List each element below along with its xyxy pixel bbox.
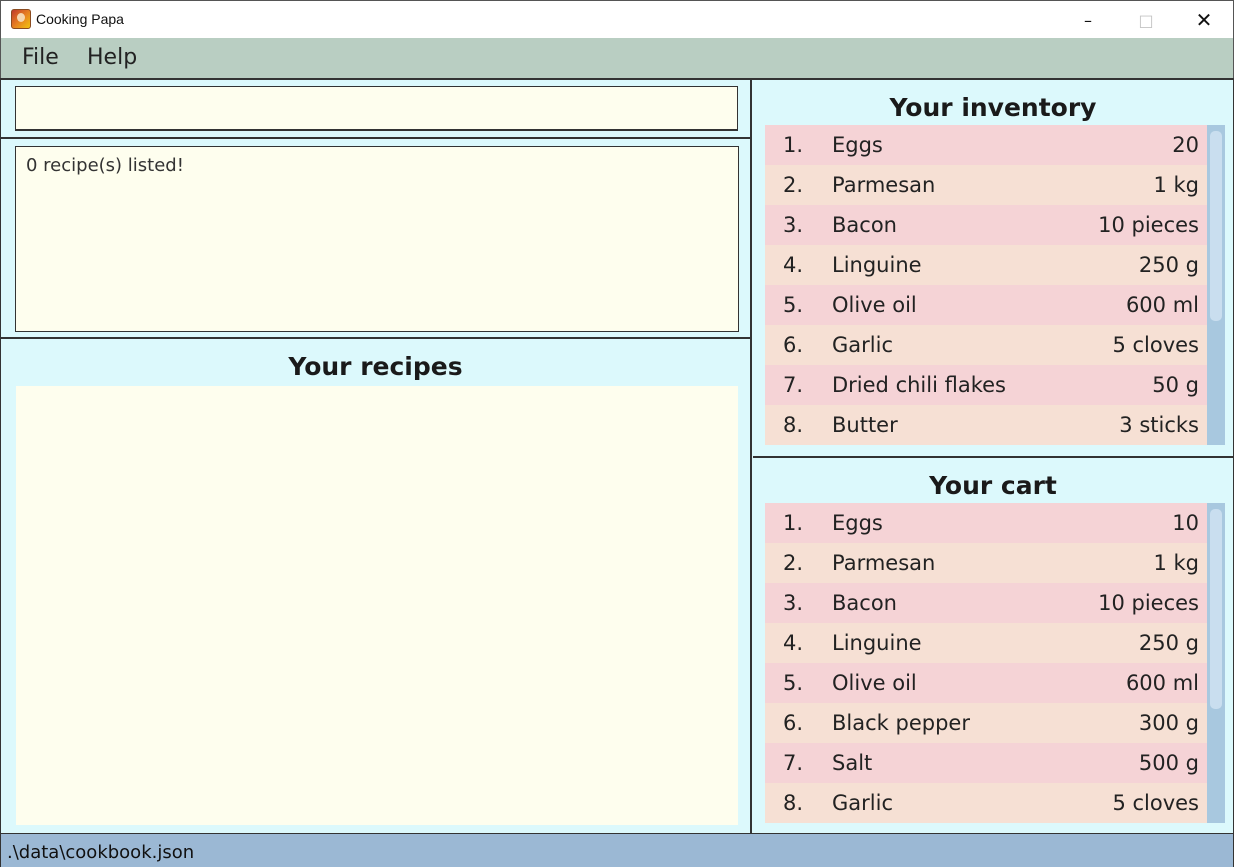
item-quantity: 3 sticks <box>1119 413 1199 437</box>
item-name: Linguine <box>832 631 922 655</box>
item-name: Parmesan <box>832 551 936 575</box>
list-item[interactable]: 5. Olive oil 600 ml <box>765 285 1207 325</box>
item-index: 1. <box>783 133 804 157</box>
item-index: 4. <box>783 253 804 277</box>
item-index: 6. <box>783 711 804 735</box>
item-index: 7. <box>783 373 804 397</box>
list-item[interactable]: 7. Salt 500 g <box>765 743 1207 783</box>
scrollbar-thumb[interactable] <box>1210 509 1222 709</box>
item-name: Bacon <box>832 213 897 237</box>
result-pane: 0 recipe(s) listed! <box>1 139 750 339</box>
item-name: Garlic <box>832 791 893 815</box>
item-name: Olive oil <box>832 671 917 695</box>
item-index: 5. <box>783 671 804 695</box>
inventory-pane: Your inventory 1. Eggs 20 2. Parmesan 1 kg 3… <box>753 80 1233 458</box>
list-item[interactable]: 2. Parmesan 1 kg <box>765 543 1207 583</box>
item-quantity: 600 ml <box>1125 671 1199 695</box>
item-quantity: 10 pieces <box>1098 213 1199 237</box>
title-bar[interactable]: Cooking Papa – □ ✕ <box>0 0 1234 38</box>
item-index: 7. <box>783 751 804 775</box>
cart-pane: Your cart 1. Eggs 10 2. Parmesan 1 kg 3. Baco… <box>753 458 1233 833</box>
cart-title: Your cart <box>929 471 1057 500</box>
item-name: Salt <box>832 751 873 775</box>
list-item[interactable]: 2. Parmesan 1 kg <box>765 165 1207 205</box>
command-pane <box>1 80 750 139</box>
item-quantity: 10 <box>1172 511 1199 535</box>
item-quantity: 300 g <box>1138 711 1199 735</box>
recipes-pane: Your recipes <box>1 339 750 833</box>
app-logo-icon <box>11 9 31 29</box>
item-name: Olive oil <box>832 293 917 317</box>
list-item[interactable]: 8. Butter 3 sticks <box>765 405 1207 445</box>
result-display[interactable]: 0 recipe(s) listed! <box>15 146 739 332</box>
item-name: Garlic <box>832 333 893 357</box>
list-item[interactable]: 1. Eggs 20 <box>765 125 1207 165</box>
item-quantity: 500 g <box>1138 751 1199 775</box>
item-name: Linguine <box>832 253 922 277</box>
list-item[interactable]: 6. Garlic 5 cloves <box>765 325 1207 365</box>
item-quantity: 5 cloves <box>1112 791 1199 815</box>
status-bar: .\data\cookbook.json <box>0 833 1234 867</box>
list-item[interactable]: 5. Olive oil 600 ml <box>765 663 1207 703</box>
scrollbar-thumb[interactable] <box>1210 131 1222 321</box>
item-quantity: 250 g <box>1138 253 1199 277</box>
item-quantity: 250 g <box>1138 631 1199 655</box>
list-item[interactable]: 3. Bacon 10 pieces <box>765 205 1207 245</box>
menu-help[interactable]: Help <box>87 45 137 70</box>
item-quantity: 600 ml <box>1125 293 1199 317</box>
inventory-list[interactable]: 1. Eggs 20 2. Parmesan 1 kg 3. Bacon 10 pieces… <box>765 125 1207 445</box>
item-index: 2. <box>783 173 804 197</box>
cart-scrollbar[interactable] <box>1207 503 1225 823</box>
item-index: 6. <box>783 333 804 357</box>
item-name: Eggs <box>832 511 883 535</box>
menu-bar: File Help <box>0 38 1234 78</box>
item-quantity: 1 kg <box>1153 173 1199 197</box>
inventory-title: Your inventory <box>889 93 1097 122</box>
inventory-scrollbar[interactable] <box>1207 125 1225 445</box>
item-index: 4. <box>783 631 804 655</box>
main-area: 0 recipe(s) listed! Your recipes Your in… <box>0 78 1234 833</box>
item-quantity: 5 cloves <box>1112 333 1199 357</box>
item-index: 2. <box>783 551 804 575</box>
recipes-list[interactable] <box>16 386 738 825</box>
list-item[interactable]: 8. Garlic 5 cloves <box>765 783 1207 823</box>
command-input[interactable] <box>15 86 738 131</box>
item-quantity: 20 <box>1172 133 1199 157</box>
cart-list[interactable]: 1. Eggs 10 2. Parmesan 1 kg 3. Bacon 10 pieces… <box>765 503 1207 823</box>
list-item[interactable]: 4. Linguine 250 g <box>765 623 1207 663</box>
window-title: Cooking Papa <box>36 11 124 27</box>
item-name: Butter <box>832 413 898 437</box>
item-index: 8. <box>783 791 804 815</box>
item-quantity: 1 kg <box>1153 551 1199 575</box>
list-item[interactable]: 7. Dried chili flakes 50 g <box>765 365 1207 405</box>
menu-file[interactable]: File <box>22 45 59 70</box>
item-name: Black pepper <box>832 711 970 735</box>
item-quantity: 50 g <box>1152 373 1199 397</box>
right-column: Your inventory 1. Eggs 20 2. Parmesan 1 kg 3… <box>753 80 1233 833</box>
item-index: 5. <box>783 293 804 317</box>
list-item[interactable]: 4. Linguine 250 g <box>765 245 1207 285</box>
item-index: 8. <box>783 413 804 437</box>
list-item[interactable]: 1. Eggs 10 <box>765 503 1207 543</box>
item-index: 3. <box>783 213 804 237</box>
save-file-path: .\data\cookbook.json <box>7 842 195 863</box>
item-index: 1. <box>783 511 804 535</box>
item-name: Dried chili flakes <box>832 373 1006 397</box>
item-name: Parmesan <box>832 173 936 197</box>
recipes-title: Your recipes <box>288 352 463 381</box>
item-name: Bacon <box>832 591 897 615</box>
item-index: 3. <box>783 591 804 615</box>
maximize-button[interactable]: □ <box>1117 1 1175 39</box>
list-item[interactable]: 3. Bacon 10 pieces <box>765 583 1207 623</box>
item-name: Eggs <box>832 133 883 157</box>
item-quantity: 10 pieces <box>1098 591 1199 615</box>
left-column: 0 recipe(s) listed! Your recipes <box>1 80 752 833</box>
close-button[interactable]: ✕ <box>1175 1 1233 39</box>
minimize-button[interactable]: – <box>1059 1 1117 39</box>
list-item[interactable]: 6. Black pepper 300 g <box>765 703 1207 743</box>
